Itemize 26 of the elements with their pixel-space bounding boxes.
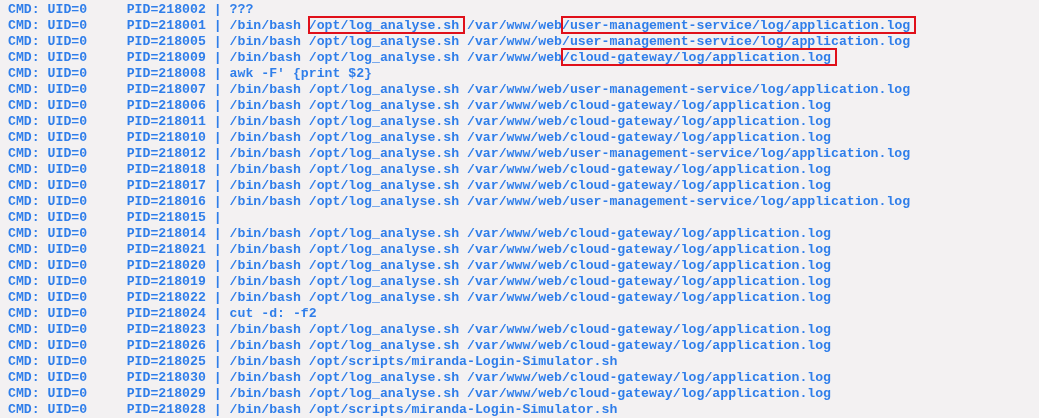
terminal-line: CMD: UID=0 PID=218017 | /bin/bash /opt/log_analyse.sh /var/www/web/cloud-gateway/log/application.log [8, 178, 833, 194]
terminal-line: CMD: UID=0 PID=218025 | /bin/bash /opt/scripts/miranda-Login-Simulator.sh [8, 354, 619, 370]
terminal-line: CMD: UID=0 PID=218022 | /bin/bash /opt/log_analyse.sh /var/www/web/cloud-gateway/log/application.log [8, 290, 833, 306]
terminal-line: CMD: UID=0 PID=218014 | /bin/bash /opt/log_analyse.sh /var/www/web/cloud-gateway/log/application.log [8, 226, 833, 242]
terminal-line: CMD: UID=0 PID=218019 | /bin/bash /opt/log_analyse.sh /var/www/web/cloud-gateway/log/application.log [8, 274, 833, 290]
terminal-line: CMD: UID=0 PID=218001 | /bin/bash /opt/log_analyse.sh /var/www/web/user-management-service/log/application.log [8, 18, 1039, 34]
terminal-line: CMD: UID=0 PID=218026 | /bin/bash /opt/log_analyse.sh /var/www/web/cloud-gateway/log/application.log [8, 338, 833, 354]
terminal-line: CMD: UID=0 PID=218002 | ??? [8, 2, 255, 18]
terminal-line: CMD: UID=0 PID=218023 | /bin/bash /opt/log_analyse.sh /var/www/web/cloud-gateway/log/application.log [8, 322, 833, 338]
terminal-line: CMD: UID=0 PID=218015 | [8, 210, 223, 226]
terminal-line: CMD: UID=0 PID=218005 | /bin/bash /opt/log_analyse.sh /var/www/web/user-management-service/log/application.log [8, 34, 912, 50]
terminal-line: CMD: UID=0 PID=218024 | cut -d: -f2 [8, 306, 318, 322]
terminal-line: CMD: UID=0 PID=218029 | /bin/bash /opt/log_analyse.sh /var/www/web/cloud-gateway/log/application.log [8, 386, 833, 402]
terminal-line: CMD: UID=0 PID=218016 | /bin/bash /opt/log_analyse.sh /var/www/web/user-management-service/log/application.log [8, 194, 912, 210]
terminal-line: CMD: UID=0 PID=218009 | /bin/bash /opt/log_analyse.sh /var/www/web/cloud-gateway/log/application.log [8, 50, 1039, 66]
terminal-line: CMD: UID=0 PID=218007 | /bin/bash /opt/log_analyse.sh /var/www/web/user-management-service/log/application.log [8, 82, 912, 98]
terminal-line: CMD: UID=0 PID=218020 | /bin/bash /opt/log_analyse.sh /var/www/web/cloud-gateway/log/application.log [8, 258, 833, 274]
terminal-line: CMD: UID=0 PID=218010 | /bin/bash /opt/log_analyse.sh /var/www/web/cloud-gateway/log/application.log [8, 130, 833, 146]
terminal-line: CMD: UID=0 PID=218012 | /bin/bash /opt/log_analyse.sh /var/www/web/user-management-service/log/application.log [8, 146, 912, 162]
terminal-line: CMD: UID=0 PID=218008 | awk -F' {print $2} [8, 66, 374, 82]
terminal-line: CMD: UID=0 PID=218011 | /bin/bash /opt/log_analyse.sh /var/www/web/cloud-gateway/log/application.log [8, 114, 833, 130]
terminal-line: CMD: UID=0 PID=218021 | /bin/bash /opt/log_analyse.sh /var/www/web/cloud-gateway/log/application.log [8, 242, 833, 258]
terminal-line: CMD: UID=0 PID=218030 | /bin/bash /opt/log_analyse.sh /var/www/web/cloud-gateway/log/application.log [8, 370, 833, 386]
terminal-line: CMD: UID=0 PID=218028 | /bin/bash /opt/scripts/miranda-Login-Simulator.sh [8, 402, 619, 418]
terminal-line: CMD: UID=0 PID=218018 | /bin/bash /opt/log_analyse.sh /var/www/web/cloud-gateway/log/application.log [8, 162, 833, 178]
terminal-line: CMD: UID=0 PID=218006 | /bin/bash /opt/log_analyse.sh /var/www/web/cloud-gateway/log/application.log [8, 98, 833, 114]
